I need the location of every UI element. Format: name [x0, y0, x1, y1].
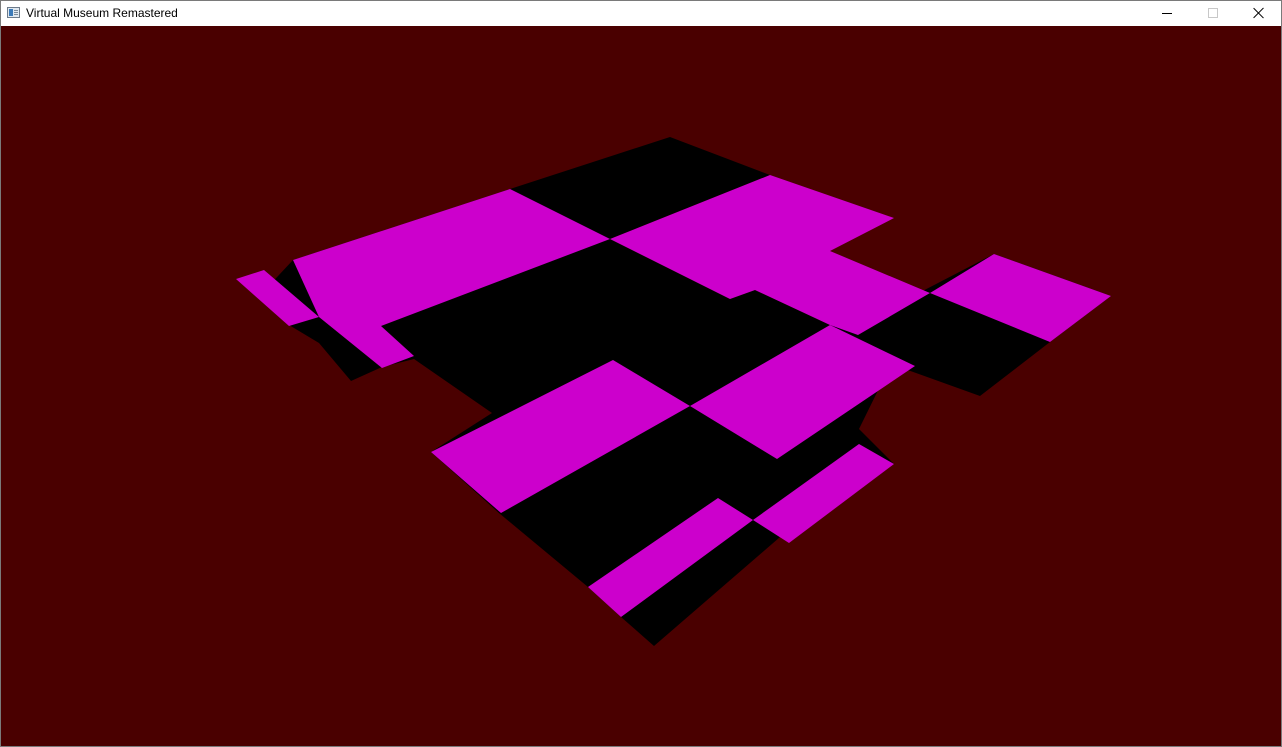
close-button[interactable] [1236, 1, 1282, 26]
application-window-icon[interactable] [7, 7, 20, 18]
close-icon [1253, 7, 1265, 19]
maximize-button [1190, 1, 1236, 26]
application-window: Virtual Museum Remastered [0, 0, 1282, 747]
window-title: Virtual Museum Remastered [26, 6, 178, 20]
title-bar[interactable]: Virtual Museum Remastered [1, 1, 1281, 26]
minimize-icon [1162, 13, 1172, 14]
minimize-button[interactable] [1144, 1, 1190, 26]
scene-canvas [1, 26, 1281, 746]
3d-viewport[interactable] [1, 26, 1281, 746]
maximize-icon [1208, 8, 1218, 18]
